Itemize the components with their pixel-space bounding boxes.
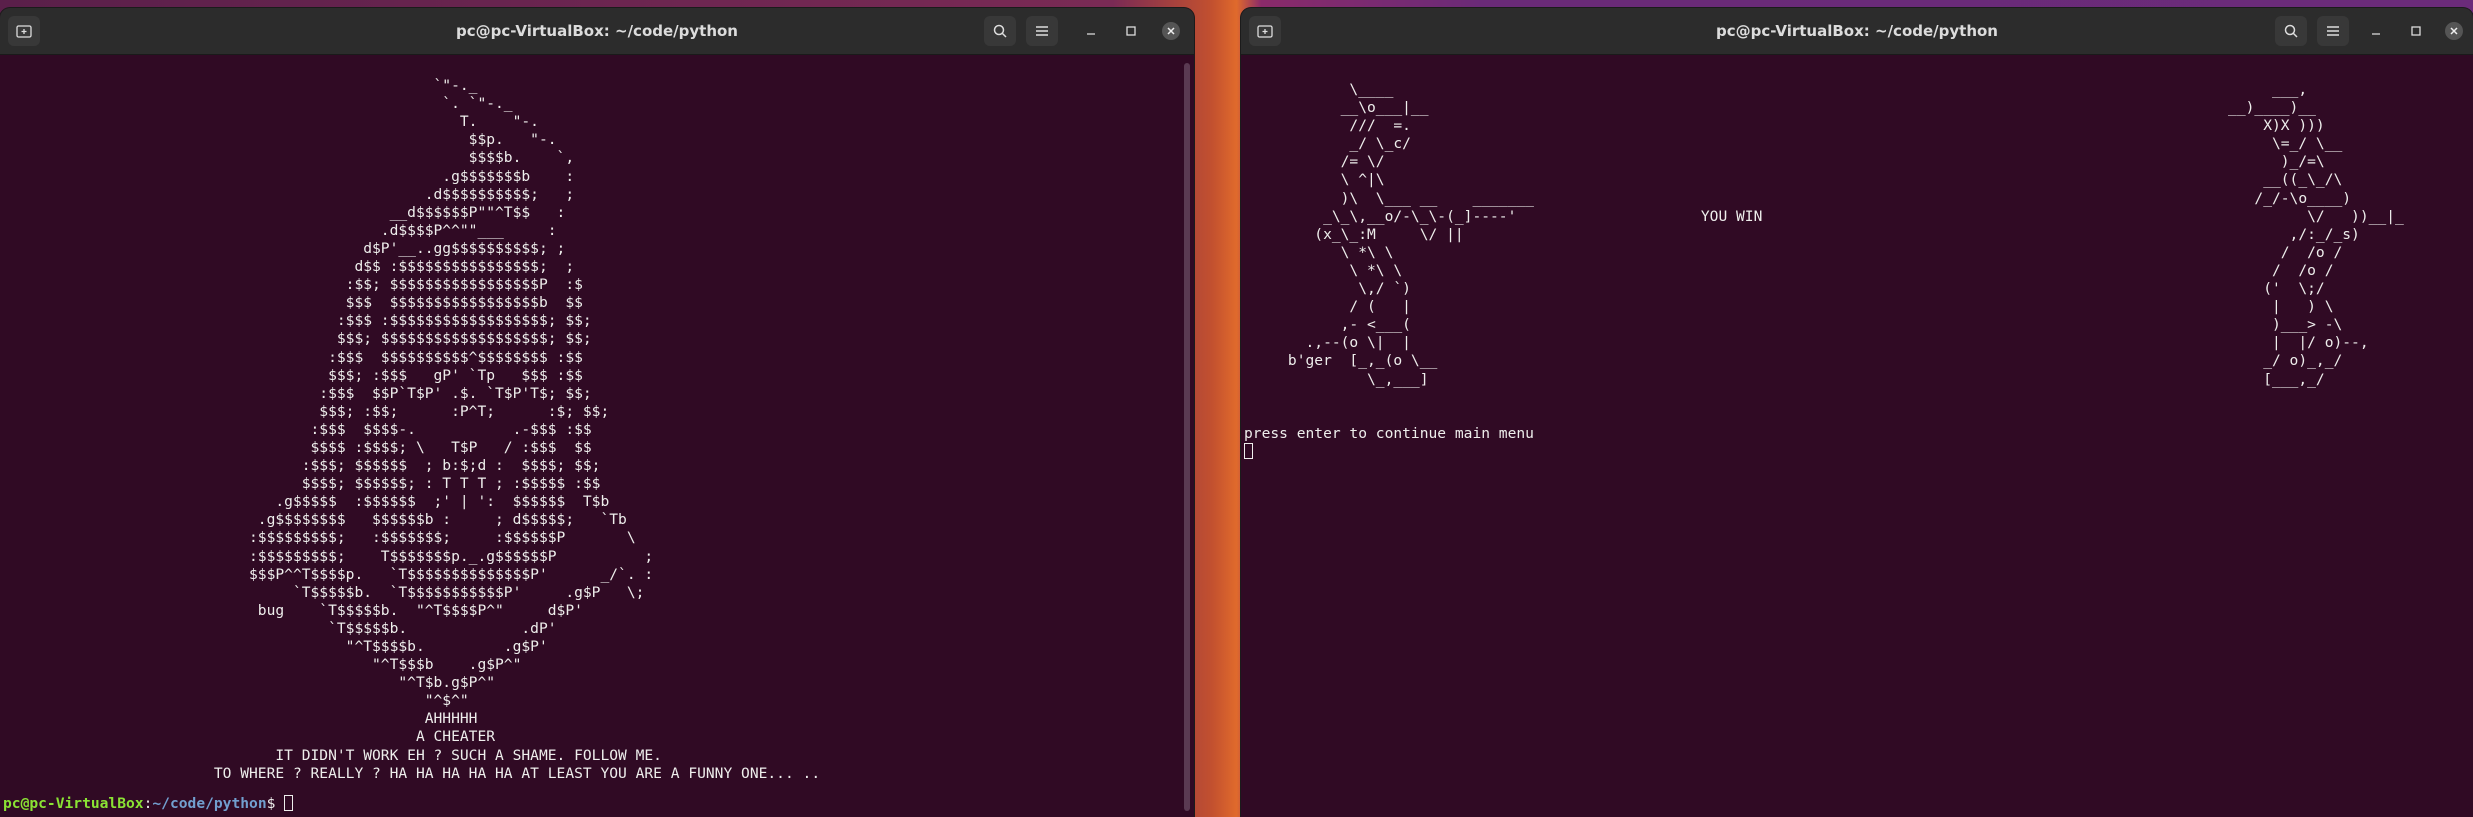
right-ascii-line: /// =. X)X ))) [1244, 117, 2325, 135]
right-ascii-line: / ( | | ) \ [1244, 298, 2334, 316]
right-ascii-line: \,/ `) (' \;/ [1244, 280, 2325, 298]
titlebar[interactable]: pc@pc-VirtualBox: ~/code/python [1241, 8, 2473, 55]
left-ascii-line: "^T$b.g$P^" [3, 674, 496, 692]
prompt-user: pc@pc-VirtualBox [3, 794, 144, 812]
left-ascii-line: $$$; $$$$$$$$$$$$$$$$$$$; $$; [3, 330, 592, 348]
left-ascii-line: .g$$$$$ :$$$$$$ ;' | ': $$$$$$ T$b [3, 493, 610, 511]
minimize-icon[interactable] [2367, 22, 2385, 40]
left-ascii-line: "^T$$$$b. .g$P' [3, 638, 548, 655]
scrollbar-thumb[interactable] [1184, 63, 1190, 811]
text-cursor [284, 794, 294, 811]
left-ascii-line: .d$$$$$$$$$$; ; [3, 185, 575, 203]
right-ascii-line: _\_\,__o/-\_\-(_]----' YOU WIN \/ ))__|_ [1244, 207, 2404, 225]
left-ascii-line: $$$P^^T$$$$p. `T$$$$$$$$$$$$$$P' _/`. : [3, 565, 654, 583]
terminal-output[interactable]: `"-._ `. `"-._ T. "-. $$p. "-. $$$$b. `,… [0, 55, 1180, 817]
right-ascii-line: \_,___] [___,_/ [1244, 370, 2325, 388]
cursor-line[interactable] [1244, 442, 2459, 461]
left-ascii-line: .g$$$$$$$b : [3, 167, 575, 185]
text-cursor [1244, 442, 1253, 459]
left-ascii-line: :$$$ $$P`T$P' .$. `T$P'T$; $$; [3, 384, 592, 402]
left-ascii-line: :$$$$$$$$$; T$$$$$$$p._.g$$$$$$P ; [3, 547, 654, 565]
maximize-icon[interactable] [1122, 22, 1140, 40]
prompt-path: ~/code/python [152, 794, 267, 812]
search-icon[interactable] [2275, 16, 2307, 46]
right-ascii-line [1244, 407, 2459, 425]
left-ascii-line: TO WHERE ? REALLY ? HA HA HA HA HA AT LE… [3, 764, 821, 782]
left-ascii-line: IT DIDN'T WORK EH ? SUCH A SHAME. FOLLOW… [3, 746, 662, 764]
terminal-window-left[interactable]: pc@pc-VirtualBox: ~/code/python `"-._ `.… [0, 8, 1194, 817]
left-ascii-line: $$$$b. `, [3, 149, 575, 167]
left-ascii-line: :$$$$$$$$$; :$$$$$$$; :$$$$$$P \ [3, 529, 636, 547]
terminal-output[interactable]: \____ ___, __\o___|__ __)____)__ /// =. … [1241, 55, 2459, 817]
right-ascii-line: ,- <___( )___> -\ [1244, 316, 2343, 334]
search-icon[interactable] [984, 16, 1016, 46]
left-ascii-line: :$$$; $$$$$$ ; b:$;d : $$$$; $$; [3, 457, 601, 475]
left-ascii-line: :$$; $$$$$$$$$$$$$$$$$P :$ [3, 276, 583, 294]
titlebar[interactable]: pc@pc-VirtualBox: ~/code/python [0, 8, 1194, 55]
left-ascii-line: d$P'__..gg$$$$$$$$$$; ; [3, 239, 566, 257]
left-ascii-line: __d$$$$$$P""^T$$ : [3, 203, 566, 221]
right-ascii-line: (x_\_:M \/ || ,/:_/_s) [1244, 225, 2360, 243]
left-ascii-line: $$$; :$$$ gP' `Tp $$$ :$$ [3, 366, 583, 384]
left-ascii-line: $$p. "-. [3, 131, 557, 149]
left-ascii-line: $$$$; $$$$$$; : T T T ; :$$$$$ :$$ [3, 475, 601, 493]
left-ascii-line: .g$$$$$$$$ $$$$$$b : ; d$$$$$; `Tb [3, 511, 627, 529]
terminal-window-right[interactable]: pc@pc-VirtualBox: ~/code/python \____ __… [1241, 8, 2473, 817]
left-ascii-line: :$$$ :$$$$$$$$$$$$$$$$$$; $$; [3, 312, 592, 330]
right-ascii-line: .,--(o \| | | |/ o)--, [1244, 334, 2369, 352]
right-ascii-line: _/ \_c/ \=_/ \__ [1244, 135, 2343, 153]
left-ascii-line: `T$$$$$b. .dP' [3, 619, 557, 637]
shell-prompt[interactable]: pc@pc-VirtualBox:~/code/python$ [3, 794, 1180, 813]
left-ascii-line: `"-._ [3, 77, 478, 95]
close-icon[interactable] [2445, 22, 2463, 40]
left-ascii-line: AHHHHH [3, 710, 478, 728]
left-ascii-line: :$$$ $$$$-. .-$$$ :$$ [3, 420, 592, 438]
left-ascii-line: .d$$$$P^^""___ : [3, 221, 557, 239]
prompt-dollar: $ [266, 794, 285, 812]
right-ascii-line: press enter to continue main menu [1244, 424, 1534, 442]
right-ascii-line: \ *\ \ / /o / [1244, 243, 2343, 261]
right-ascii-line: \ ^|\ __((_\_/\ [1244, 171, 2343, 189]
left-ascii-line: T. "-. [3, 113, 539, 131]
minimize-icon[interactable] [1082, 22, 1100, 40]
right-ascii-line [1244, 389, 2459, 407]
left-ascii-line: $$$; :$$; :P^T; :$; $$; [3, 402, 610, 420]
left-ascii-line: bug `T$$$$$b. "^T$$$$P^" d$P' [3, 601, 583, 619]
left-ascii-line: $$$ $$$$$$$$$$$$$$$$$b $$ [3, 294, 583, 312]
left-ascii-line: "^T$$$b .g$P^" [3, 656, 522, 674]
right-ascii-line: b'ger [_,_(o \__ _/ o)_,_/ [1244, 352, 2343, 370]
left-ascii-line: "^$^" [3, 692, 469, 710]
close-icon[interactable] [1162, 22, 1180, 40]
right-ascii-line: )\ \___ __ _______ /_/-\o____) [1244, 189, 2352, 207]
left-ascii-line: A CHEATER [3, 728, 496, 746]
right-ascii-line: \____ ___, [1244, 81, 2308, 98]
left-ascii-line: $$$$ :$$$$; \ T$P / :$$$ $$ [3, 438, 592, 456]
scrollbar[interactable] [1183, 55, 1191, 817]
right-ascii-line: \ *\ \ / /o / [1244, 261, 2334, 279]
maximize-icon[interactable] [2407, 22, 2425, 40]
left-ascii-line: d$$ :$$$$$$$$$$$$$$$$; ; [3, 258, 575, 276]
right-ascii-line: __\o___|__ __)____)__ [1244, 99, 2316, 117]
right-ascii-line: /= \/ )_/=\ [1244, 153, 2325, 171]
left-ascii-line: :$$$ $$$$$$$$$$^$$$$$$$$ :$$ [3, 348, 583, 366]
left-ascii-line: `T$$$$$b. `T$$$$$$$$$$$P' .g$P \; [3, 583, 645, 601]
hamburger-menu-icon[interactable] [2317, 16, 2349, 46]
left-ascii-line: `. `"-._ [3, 95, 513, 113]
hamburger-menu-icon[interactable] [1026, 16, 1058, 46]
